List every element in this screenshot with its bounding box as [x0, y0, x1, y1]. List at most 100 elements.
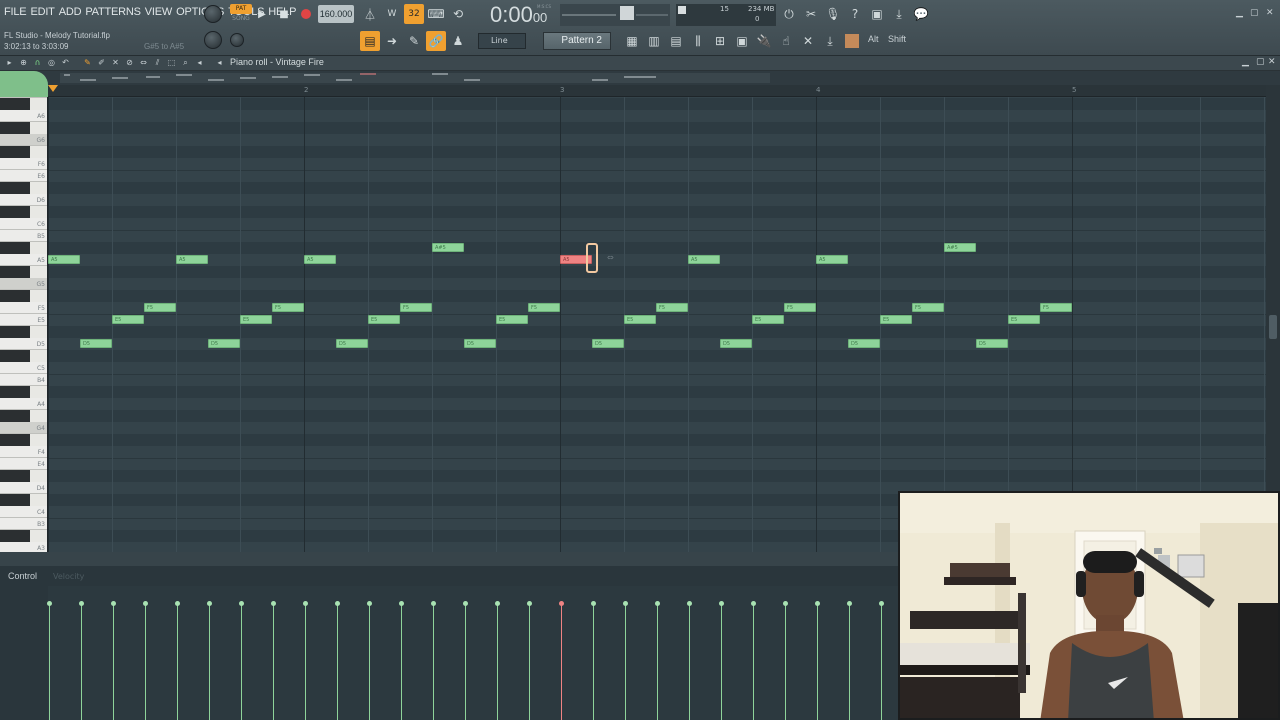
color-button[interactable]	[842, 31, 862, 51]
mixer-button[interactable]: ⫼	[688, 31, 708, 51]
menu-view[interactable]: VIEW	[145, 6, 173, 18]
slice-icon[interactable]: ⫽	[152, 57, 163, 68]
master-pan-knob[interactable]	[230, 33, 244, 47]
slip-icon[interactable]: ⇔	[138, 57, 149, 68]
velocity-handle[interactable]	[495, 601, 500, 606]
zoom-icon[interactable]: ⌕	[180, 57, 191, 68]
piano-key[interactable]	[0, 206, 30, 218]
master-volume-knob[interactable]	[204, 5, 222, 23]
velocity-handle[interactable]	[687, 601, 692, 606]
note-f5[interactable]: F5	[400, 303, 432, 312]
note-e5[interactable]: E5	[368, 315, 400, 324]
note-d5[interactable]: D5	[592, 339, 624, 348]
magnet-icon[interactable]: ⊕	[18, 57, 29, 68]
undo-icon[interactable]: ↶	[60, 57, 71, 68]
note-e5[interactable]: E5	[752, 315, 784, 324]
delete-icon[interactable]: ✕	[110, 57, 121, 68]
speaker-icon[interactable]: ◂	[194, 57, 205, 68]
note-a5[interactable]: A5	[48, 255, 80, 264]
note-asharp5[interactable]: A#5	[432, 243, 464, 252]
piano-key[interactable]	[0, 146, 30, 158]
velocity-handle[interactable]	[879, 601, 884, 606]
velocity-handle[interactable]	[815, 601, 820, 606]
piano-key[interactable]	[0, 434, 30, 446]
plugin-database-button[interactable]: ▣	[732, 31, 752, 51]
piano-key[interactable]	[0, 266, 30, 278]
brush-icon[interactable]: ✐	[96, 57, 107, 68]
menu-edit[interactable]: EDIT	[30, 6, 54, 18]
velocity-bar[interactable]	[465, 603, 466, 720]
menu-patterns[interactable]: PATTERNS	[85, 6, 141, 18]
note-e5[interactable]: E5	[240, 315, 272, 324]
step-edit-button[interactable]: ⌨	[426, 4, 446, 24]
microphone-button[interactable]: 🎙	[823, 4, 843, 24]
control-label[interactable]: Control	[0, 566, 48, 586]
velocity-handle[interactable]	[463, 601, 468, 606]
pencil-icon[interactable]: ✎	[82, 57, 93, 68]
velocity-handle[interactable]	[719, 601, 724, 606]
record-button[interactable]	[296, 4, 316, 24]
velocity-bar[interactable]	[561, 603, 562, 720]
chevron-icon[interactable]: ◂	[214, 57, 225, 68]
minimize-button[interactable]: ▁	[1236, 8, 1243, 18]
touch-keyboard-button[interactable]: ☝	[776, 31, 796, 51]
alt-key-button[interactable]: Alt	[868, 34, 879, 44]
velocity-bar[interactable]	[241, 603, 242, 720]
note-f5[interactable]: F5	[784, 303, 816, 312]
countdown-button[interactable]: 32	[404, 4, 424, 24]
velocity-bar[interactable]	[113, 603, 114, 720]
velocity-bar[interactable]	[497, 603, 498, 720]
velocity-handle[interactable]	[847, 601, 852, 606]
control-parameter[interactable]: Velocity	[53, 572, 84, 581]
pr-close-button[interactable]: ✕	[1268, 57, 1276, 67]
note-d5[interactable]: D5	[80, 339, 112, 348]
tools-button[interactable]: ✕	[798, 31, 818, 51]
velocity-bar[interactable]	[305, 603, 306, 720]
velocity-handle[interactable]	[591, 601, 596, 606]
mute-icon[interactable]: ⊘	[124, 57, 135, 68]
tempo-display[interactable]: 160.000	[318, 5, 354, 23]
note-f5[interactable]: F5	[528, 303, 560, 312]
note-e5[interactable]: E5	[880, 315, 912, 324]
velocity-handle[interactable]	[783, 601, 788, 606]
velocity-bar[interactable]	[593, 603, 594, 720]
note-a5[interactable]: A5	[176, 255, 208, 264]
channel-rack-button[interactable]: ▥	[644, 31, 664, 51]
pattern-navigator[interactable]	[0, 71, 1280, 85]
velocity-bar[interactable]	[81, 603, 82, 720]
velocity-bar[interactable]	[337, 603, 338, 720]
plugin-picker-button[interactable]: 🔌	[754, 31, 774, 51]
piano-key[interactable]	[0, 182, 30, 194]
close-button[interactable]: ✕	[1266, 8, 1274, 18]
velocity-handle[interactable]	[623, 601, 628, 606]
velocity-handle[interactable]	[47, 601, 52, 606]
target-icon[interactable]: ◎	[46, 57, 57, 68]
velocity-bar[interactable]	[145, 603, 146, 720]
velocity-handle[interactable]	[303, 601, 308, 606]
velocity-bar[interactable]	[817, 603, 818, 720]
stop-button[interactable]: ■	[274, 4, 294, 24]
note-d5[interactable]: D5	[848, 339, 880, 348]
loop-record-button[interactable]: ⟲	[448, 4, 468, 24]
note-a5[interactable]: A5	[304, 255, 336, 264]
velocity-bar[interactable]	[881, 603, 882, 720]
note-a5[interactable]: A5	[816, 255, 848, 264]
note-d5[interactable]: D5	[464, 339, 496, 348]
note-d5[interactable]: D5	[208, 339, 240, 348]
velocity-bar[interactable]	[177, 603, 178, 720]
piano-key[interactable]	[0, 470, 30, 482]
render-button[interactable]: ⤓	[889, 4, 909, 24]
velocity-handle[interactable]	[239, 601, 244, 606]
velocity-handle[interactable]	[79, 601, 84, 606]
pat-mode[interactable]: PAT	[230, 4, 252, 14]
chat-button[interactable]: 💬	[911, 4, 931, 24]
draw-tool-button[interactable]: ✎	[404, 31, 424, 51]
play-button[interactable]: ▶	[252, 4, 272, 24]
note-d5[interactable]: D5	[976, 339, 1008, 348]
playhead-marker[interactable]	[48, 85, 58, 92]
download-button[interactable]: ⤓	[820, 31, 840, 51]
velocity-handle[interactable]	[559, 601, 564, 606]
note-d5[interactable]: D5	[336, 339, 368, 348]
shift-key-button[interactable]: Shift	[888, 34, 906, 44]
velocity-bar[interactable]	[785, 603, 786, 720]
